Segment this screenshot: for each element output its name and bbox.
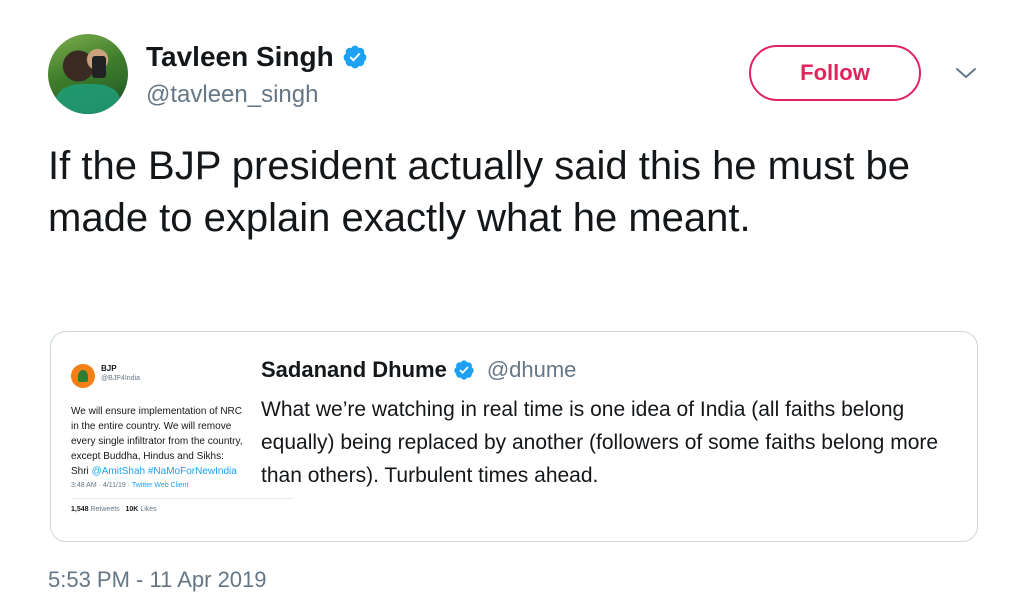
image-text-line: every single infiltrator from the countr…: [71, 436, 243, 447]
author-handle[interactable]: @tavleen_singh: [146, 80, 318, 110]
image-divider: [71, 498, 293, 499]
author-avatar[interactable]: [48, 34, 128, 114]
quoted-tweet-header[interactable]: Sadanand Dhume @dhume: [261, 356, 576, 384]
quoted-tweet-text: What we’re watching in real time is one …: [261, 398, 939, 487]
image-text-line: in the entire country. We will remove: [71, 421, 232, 432]
image-likes-count: 10K: [125, 506, 139, 513]
tweet-timestamp[interactable]: 5:53 PM - 11 Apr 2019: [48, 566, 267, 594]
image-meta-time: 3:48 AM · 4/11/19 ·: [71, 482, 131, 489]
tweet-text: If the BJP president actually said this …: [48, 144, 910, 240]
image-retweets-label: Retweets: [90, 506, 120, 513]
quoted-tweet-card[interactable]: BJP @BJP4India ⌄ We will ensure implemen…: [50, 331, 978, 542]
quoted-author-handle[interactable]: @dhume: [487, 356, 577, 384]
avatar-phone: [92, 56, 106, 78]
image-text-line: We will ensure implementation of NRC: [71, 406, 242, 417]
image-account-handle: @BJP4India: [101, 375, 141, 382]
follow-button[interactable]: Follow: [749, 45, 921, 101]
avatar-scarf: [56, 84, 120, 114]
chevron-down-icon[interactable]: [955, 66, 977, 80]
verified-badge-icon: [454, 360, 474, 380]
image-text-line-last: Shri @AmitShah #NaMoForNewIndia: [71, 464, 293, 479]
image-hashtag: #NaMoForNewIndia: [147, 466, 237, 477]
image-retweets-count: 1,548: [71, 506, 89, 513]
author-name[interactable]: Tavleen Singh: [146, 40, 334, 74]
image-meta: 3:48 AM · 4/11/19 · Twitter Web Client: [71, 482, 189, 489]
image-stats: 1,548 Retweets 10K Likes: [71, 506, 157, 513]
image-text-line: except Buddha, Hindus and Sikhs:: [71, 451, 224, 462]
verified-badge-icon: [343, 45, 367, 69]
quoted-author-name[interactable]: Sadanand Dhume: [261, 356, 447, 384]
image-meta-source: Twitter Web Client: [131, 482, 189, 489]
image-account-name: BJP: [101, 364, 117, 373]
image-tweet-body: We will ensure implementation of NRC in …: [71, 404, 293, 479]
image-mention: @AmitShah: [91, 466, 146, 477]
bjp-logo: [71, 364, 95, 388]
image-text-prefix: Shri: [71, 466, 89, 477]
author-name-row[interactable]: Tavleen Singh: [146, 40, 368, 74]
image-likes-label: Likes: [140, 506, 157, 513]
